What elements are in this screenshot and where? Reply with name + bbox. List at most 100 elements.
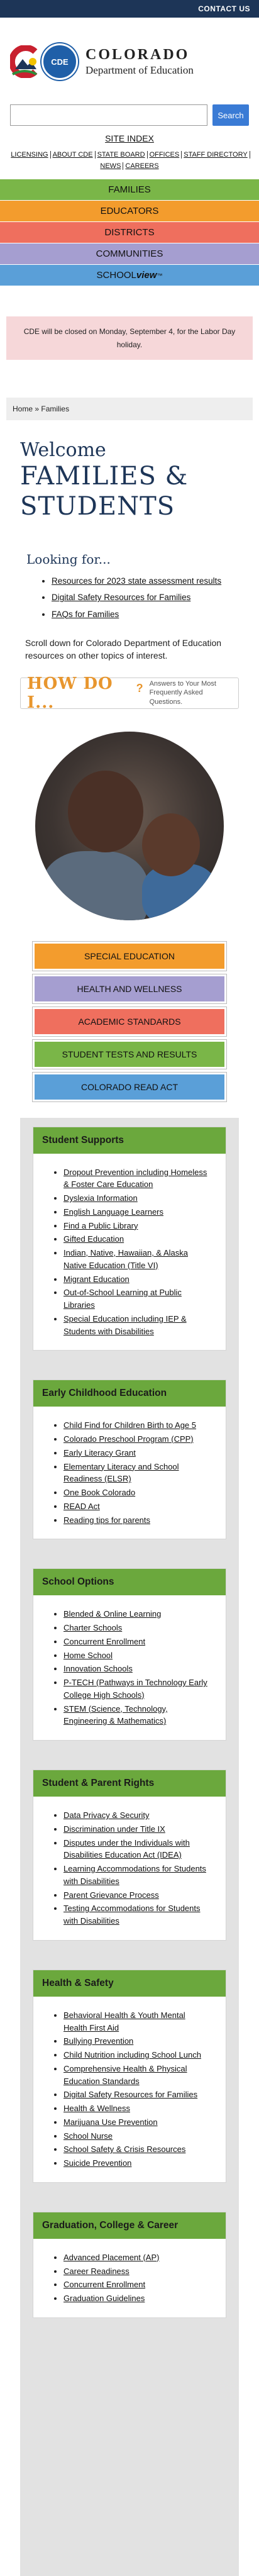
card-link[interactable]: School Nurse [63,2131,113,2141]
list-item: READ Act [63,1500,211,1513]
card-link[interactable]: Child Find for Children Birth to Age 5 [63,1420,196,1430]
list-item: Discrimination under Title IX [63,1823,211,1836]
academic-standards-button[interactable]: ACADEMIC STANDARDS [33,1006,226,1036]
list-item: One Book Colorado [63,1486,211,1499]
card-link[interactable]: Indian, Native, Hawaiian, & Alaska Nativ… [63,1248,188,1270]
list-item: Resources for 2023 state assessment resu… [52,573,233,589]
card-link-list: Dropout Prevention including Homeless & … [63,1166,211,1338]
nav-communities[interactable]: COMMUNITIES [0,243,259,265]
card-link[interactable]: Parent Grievance Process [63,1890,159,1900]
list-item: Gifted Education [63,1233,211,1246]
nav-districts[interactable]: DISTRICTS [0,222,259,244]
card-link[interactable]: Innovation Schools [63,1664,133,1673]
list-item: Disputes under the Individuals with Disa… [63,1837,211,1862]
list-item: Marijuana Use Prevention [63,2116,211,2129]
resource-card: Student & Parent Rights Data Privacy & Se… [33,1770,226,1941]
card-link[interactable]: Child Nutrition including School Lunch [63,2050,201,2060]
card-link[interactable]: Concurrent Enrollment [63,2280,145,2289]
list-item: Suicide Prevention [63,2157,211,2170]
card-link[interactable]: Discrimination under Title IX [63,1824,165,1834]
breadcrumb-home[interactable]: Home [13,404,33,413]
search-input[interactable] [10,104,207,126]
card-link[interactable]: STEM (Science, Technology, Engineering &… [63,1704,168,1726]
card-link[interactable]: Data Privacy & Security [63,1810,150,1820]
read-act-button[interactable]: COLORADO READ ACT [33,1072,226,1101]
how-do-i-banner[interactable]: HOW DO I... ? Answers to Your Most Frequ… [20,674,239,712]
card-link[interactable]: Find a Public Library [63,1221,138,1230]
card-link[interactable]: Dyslexia Information [63,1193,138,1203]
list-item: FAQs for Families [52,606,233,623]
card-link[interactable]: One Book Colorado [63,1488,135,1497]
card-link[interactable]: Comprehensive Health & Physical Educatio… [63,2064,187,2086]
health-wellness-button[interactable]: HEALTH AND WELLNESS [33,974,226,1003]
card-link[interactable]: Dropout Prevention including Homeless & … [63,1168,207,1190]
looking-link-digital-safety[interactable]: Digital Safety Resources for Families [52,593,190,602]
card-link[interactable]: Disputes under the Individuals with Disa… [63,1838,190,1860]
card-link[interactable]: Health & Wellness [63,2104,130,2113]
list-item: Parent Grievance Process [63,1889,211,1902]
card-link[interactable]: Testing Accommodations for Students with… [63,1904,201,1926]
list-item: Special Education including IEP & Studen… [63,1313,211,1338]
site-index-link[interactable]: SITE INDEX [105,133,154,143]
card-link[interactable]: Bullying Prevention [63,2036,133,2046]
list-item: Indian, Native, Hawaiian, & Alaska Nativ… [63,1247,211,1272]
card-link[interactable]: Reading tips for parents [63,1515,150,1525]
contact-us-link[interactable]: CONTACT US [198,4,250,13]
card-link[interactable]: Career Readiness [63,2267,130,2276]
card-link[interactable]: Digital Safety Resources for Families [63,2090,197,2099]
resource-card: School Options Blended & Online Learning C… [33,1568,226,1741]
card-link[interactable]: Concurrent Enrollment [63,1637,145,1646]
cde-seal-icon: CDE [41,43,78,80]
util-link-news[interactable]: NEWS [98,162,124,170]
card-link[interactable]: Gifted Education [63,1234,124,1244]
how-do-i-subtitle-2: Frequently Asked Questions. [149,689,203,706]
list-item: English Language Learners [63,1206,211,1218]
card-link[interactable]: Marijuana Use Prevention [63,2117,158,2127]
card-link[interactable]: Special Education including IEP & Studen… [63,1314,187,1336]
card-link[interactable]: Elementary Literacy and School Readiness… [63,1462,179,1484]
util-link-offices[interactable]: OFFICES [147,151,182,159]
card-link[interactable]: Advanced Placement (AP) [63,2253,159,2262]
resource-card: Student Supports Dropout Prevention inclu… [33,1126,226,1351]
util-link-licensing[interactable]: LICENSING [9,151,51,159]
list-item: Dropout Prevention including Homeless & … [63,1166,211,1191]
card-link[interactable]: Out-of-School Learning at Public Librari… [63,1288,182,1310]
site-header: CDE COLORADO Department of Education [0,18,259,99]
card-link[interactable]: Home School [63,1651,113,1660]
card-link[interactable]: Early Literacy Grant [63,1448,136,1458]
card-link[interactable]: Suicide Prevention [63,2158,131,2168]
card-link[interactable]: Migrant Education [63,1274,130,1284]
card-title: Student & Parent Rights [33,1770,226,1797]
looking-link-assessment[interactable]: Resources for 2023 state assessment resu… [52,576,221,586]
list-item: School Safety & Crisis Resources [63,2143,211,2156]
util-link-state-board[interactable]: STATE BOARD [95,151,148,159]
nav-schoolview[interactable]: SCHOOL view ™ [0,265,259,287]
logo-line-department: Department of Education [85,64,194,77]
card-link[interactable]: Charter Schools [63,1623,122,1632]
page-title-line3: STUDENTS [20,491,175,521]
card-link[interactable]: English Language Learners [63,1207,163,1217]
util-link-staff-directory[interactable]: STAFF DIRECTORY [182,151,250,159]
card-link[interactable]: School Safety & Crisis Resources [63,2144,185,2154]
breadcrumb-current: Families [41,404,70,413]
looking-link-faqs[interactable]: FAQs for Families [52,610,119,619]
card-link[interactable]: Graduation Guidelines [63,2294,145,2303]
card-link[interactable]: Colorado Preschool Program (CPP) [63,1434,194,1444]
card-link[interactable]: Learning Accommodations for Students wit… [63,1864,206,1886]
card-link[interactable]: Behavioral Health & Youth Mental Health … [63,2010,185,2032]
card-link[interactable]: P-TECH (Pathways in Technology Early Col… [63,1678,207,1700]
closure-alert: CDE will be closed on Monday, September … [6,316,253,360]
card-link[interactable]: Blended & Online Learning [63,1609,161,1619]
student-tests-button[interactable]: STUDENT TESTS AND RESULTS [33,1039,226,1069]
card-link[interactable]: READ Act [63,1502,100,1511]
util-link-about[interactable]: ABOUT CDE [50,151,96,159]
list-item: Digital Safety Resources for Families [63,2088,211,2101]
schoolview-part1: SCHOOL [96,270,136,281]
util-link-careers[interactable]: CAREERS [123,162,160,170]
colorado-logo[interactable]: CDE [10,43,78,80]
topic-buttons: SPECIAL EDUCATION HEALTH AND WELLNESS AC… [33,941,226,1101]
special-education-button[interactable]: SPECIAL EDUCATION [33,941,226,971]
nav-families[interactable]: FAMILIES [0,179,259,201]
search-button[interactable]: Search [212,104,249,126]
nav-educators[interactable]: EDUCATORS [0,201,259,223]
